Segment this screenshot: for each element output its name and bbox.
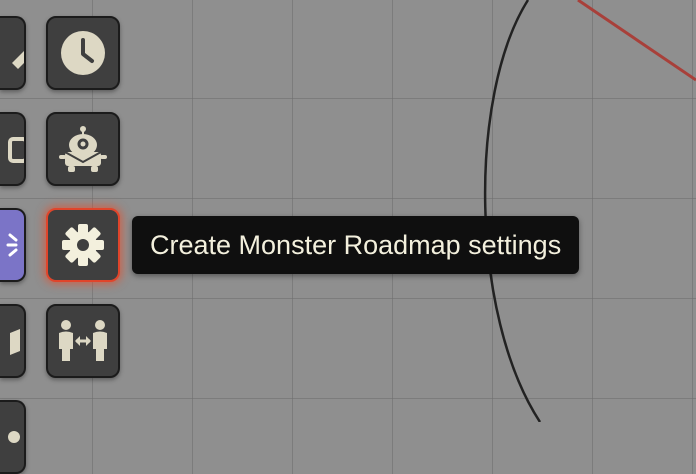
layers-icon <box>4 129 24 169</box>
clock-tool-button[interactable] <box>46 16 120 90</box>
extra-tool-button[interactable] <box>0 400 26 474</box>
connect-people-tool-button[interactable] <box>46 304 120 378</box>
settings-tool-button[interactable] <box>46 208 120 282</box>
canvas-connector-line <box>577 0 696 82</box>
unknown-icon <box>4 417 24 457</box>
gear-icon <box>58 220 108 270</box>
pencil-icon <box>4 33 24 73</box>
layers-tool-button[interactable] <box>0 112 26 186</box>
map-icon <box>4 321 24 361</box>
canvas-circle-shape <box>483 0 542 422</box>
people-arrows-icon <box>55 313 111 369</box>
clock-icon <box>58 28 108 78</box>
pencil-tool-button[interactable] <box>0 16 26 90</box>
sparkle-tool-button[interactable] <box>0 208 26 282</box>
monster-icon <box>55 121 111 177</box>
monster-tool-button[interactable] <box>46 112 120 186</box>
settings-tooltip: Create Monster Roadmap settings <box>132 216 580 274</box>
sparkle-icon <box>4 225 24 265</box>
map-tool-button[interactable] <box>0 304 26 378</box>
